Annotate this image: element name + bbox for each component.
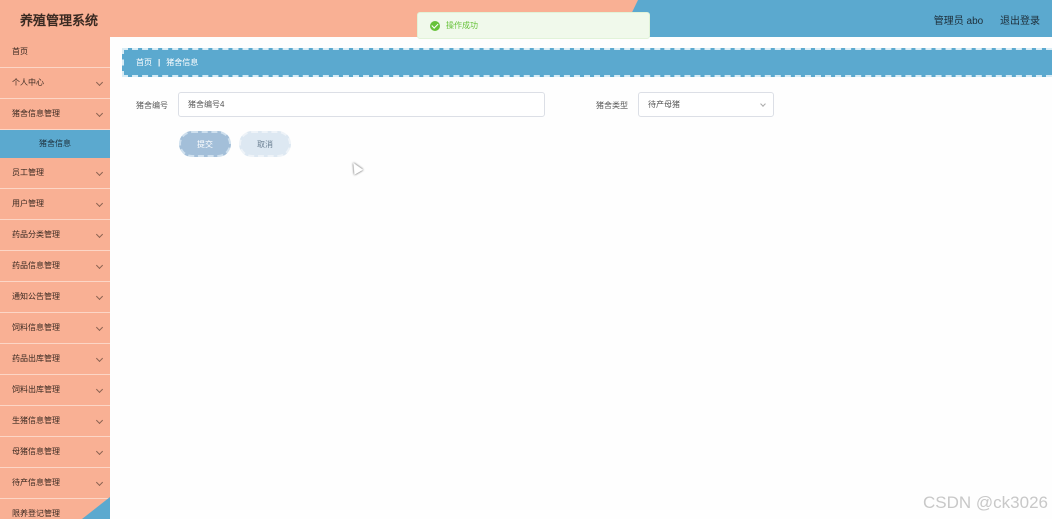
breadcrumb-separator: |: [158, 58, 161, 67]
sidebar-item-label: 猪舍信息管理: [12, 109, 60, 118]
sidebar-item-drug-category[interactable]: 药品分类管理: [0, 220, 110, 251]
chevron-down-icon: [95, 230, 104, 239]
success-toast: 操作成功: [417, 12, 650, 39]
sidebar-item-home[interactable]: 首页: [0, 37, 110, 68]
sidebar-item-label: 猪舍信息: [39, 139, 71, 148]
sidebar-subitem-pen-info[interactable]: 猪舍信息: [0, 130, 110, 158]
submit-button[interactable]: 提交: [179, 131, 231, 157]
mouse-pointer-icon: [348, 160, 364, 175]
sidebar-item-label: 药品信息管理: [12, 261, 60, 270]
user-label: 管理员 abo: [933, 16, 984, 27]
sidebar-item-sow-info[interactable]: 母猪信息管理: [0, 437, 110, 468]
logout-link[interactable]: 退出登录: [1000, 16, 1040, 27]
chevron-down-icon: [95, 416, 104, 425]
breadcrumb-home[interactable]: 首页: [136, 57, 152, 68]
sidebar-item-staff[interactable]: 员工管理: [0, 158, 110, 189]
sidebar-item-hog-info[interactable]: 生猪信息管理: [0, 406, 110, 437]
sidebar-item-label: 药品出库管理: [12, 354, 60, 363]
sidebar-item-label: 首页: [12, 47, 28, 56]
pen-type-select[interactable]: 待产母猪: [638, 92, 774, 117]
sidebar-item-notices[interactable]: 通知公告管理: [0, 282, 110, 313]
sidebar-item-pen-management[interactable]: 猪舍信息管理: [0, 99, 110, 130]
sidebar-item-label: 限养登记管理: [12, 509, 60, 518]
chevron-down-icon: [760, 101, 766, 107]
sidebar-item-drug-outbound[interactable]: 药品出库管理: [0, 344, 110, 375]
sidebar-item-label: 员工管理: [12, 168, 44, 177]
sidebar-item-feed-outbound[interactable]: 饲料出库管理: [0, 375, 110, 406]
breadcrumb-current: 猪舍信息: [166, 58, 199, 67]
chevron-down-icon: [95, 354, 104, 363]
toast-message: 操作成功: [446, 21, 478, 30]
sidebar-item-feed-info[interactable]: 饲料信息管理: [0, 313, 110, 344]
sidebar-item-personal-center[interactable]: 个人中心: [0, 68, 110, 99]
cancel-button[interactable]: 取消: [239, 131, 291, 157]
sidebar-item-label: 待产信息管理: [12, 478, 60, 487]
sidebar-item-label: 通知公告管理: [12, 292, 60, 301]
pen-type-value: 待产母猪: [648, 100, 680, 109]
header-actions: 管理员 abo 退出登录: [920, 12, 1040, 27]
watermark: CSDN @ck3026: [923, 493, 1048, 512]
chevron-down-icon: [95, 261, 104, 270]
breadcrumb: 首页 | 猪舍信息: [122, 48, 1052, 77]
sidebar-item-users[interactable]: 用户管理: [0, 189, 110, 220]
app-title: 养殖管理系统: [20, 13, 99, 28]
chevron-down-icon: [95, 78, 104, 87]
chevron-down-icon: [95, 478, 104, 487]
sidebar-item-drug-info[interactable]: 药品信息管理: [0, 251, 110, 282]
chevron-down-icon: [95, 323, 104, 332]
sidebar-item-label: 用户管理: [12, 199, 44, 208]
pen-type-label: 猪舍类型: [596, 101, 628, 110]
sidebar-item-label: 母猪信息管理: [12, 447, 60, 456]
sidebar-item-label: 生猪信息管理: [12, 416, 60, 425]
sidebar-item-farrowing-info[interactable]: 待产信息管理: [0, 468, 110, 499]
sidebar-item-label: 饲料信息管理: [12, 323, 60, 332]
sidebar-item-label: 药品分类管理: [12, 230, 60, 239]
chevron-down-icon: [95, 168, 104, 177]
chevron-down-icon: [95, 199, 104, 208]
chevron-down-icon: [95, 385, 104, 394]
success-check-icon: [430, 20, 440, 31]
pen-number-input[interactable]: 猪舍编号4: [178, 92, 545, 117]
chevron-down-icon: [95, 292, 104, 301]
chevron-down-icon: [95, 447, 104, 456]
sidebar: 首页 个人中心 猪舍信息管理 猪舍信息 员工管理 用户管理 药品分类管理 药品信…: [0, 37, 110, 519]
chevron-down-icon: [95, 109, 104, 118]
sidebar-item-label: 饲料出库管理: [12, 385, 60, 394]
sidebar-item-label: 个人中心: [12, 78, 44, 87]
pen-number-label: 猪舍编号: [136, 101, 168, 110]
